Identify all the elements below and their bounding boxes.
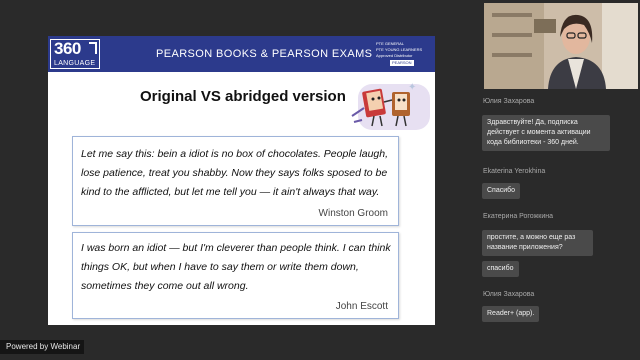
chat-message: Спасибо: [482, 183, 521, 199]
books-illustration: ✦: [351, 82, 430, 130]
quote-author: John Escott: [335, 301, 388, 312]
chat-message: простите, а можно еще раз название прило…: [482, 230, 593, 256]
pte-logo: PTE GENERAL PTE YOUNG LEARNERS Approved …: [376, 41, 431, 69]
pearson-badge: PEARSON: [390, 60, 414, 66]
quote-text: I was born an idiot — but I'm cleverer t…: [81, 242, 391, 292]
pte-small: Approved Distributor: [376, 53, 413, 58]
powered-by-webinar-link[interactable]: Powered by Webinar: [0, 340, 84, 354]
quote-original: Let me say this: bein a idiot is no box …: [72, 136, 399, 226]
quote-abridged: I was born an idiot — but I'm cleverer t…: [72, 232, 399, 319]
quote-text: Let me say this: bein a idiot is no box …: [81, 148, 389, 198]
logo-word: LANGUAGE: [54, 60, 96, 67]
language-360-logo: 360 LANGUAGE: [50, 39, 100, 69]
logo-bracket: [89, 42, 97, 54]
webcam-image: [484, 3, 638, 89]
chat-message: спасибо: [482, 261, 519, 277]
quote-author: Winston Groom: [318, 208, 388, 219]
chat-author: Юлия Захарова: [483, 291, 535, 298]
chat-message: Здравствуйте! Да, подписка действует с м…: [482, 115, 610, 151]
slide-title: Original VS abridged version: [140, 88, 346, 105]
chat-author: Юлия Захарова: [483, 98, 535, 105]
presentation-slide: 360 LANGUAGE PEARSON BOOKS & PEARSON EXA…: [48, 36, 435, 325]
chat-message: Reader+ (app).: [482, 306, 540, 322]
chat-author: Екатерина Рогожкина: [483, 213, 554, 220]
slide-header: 360 LANGUAGE PEARSON BOOKS & PEARSON EXA…: [48, 36, 435, 72]
svg-text:✦: ✦: [408, 82, 416, 93]
chat-author: Ekaterina Yerokhina: [483, 168, 546, 175]
presenter-video[interactable]: [484, 3, 638, 89]
header-title: PEARSON BOOKS & PEARSON EXAMS: [156, 48, 373, 60]
logo-number: 360: [54, 39, 81, 58]
